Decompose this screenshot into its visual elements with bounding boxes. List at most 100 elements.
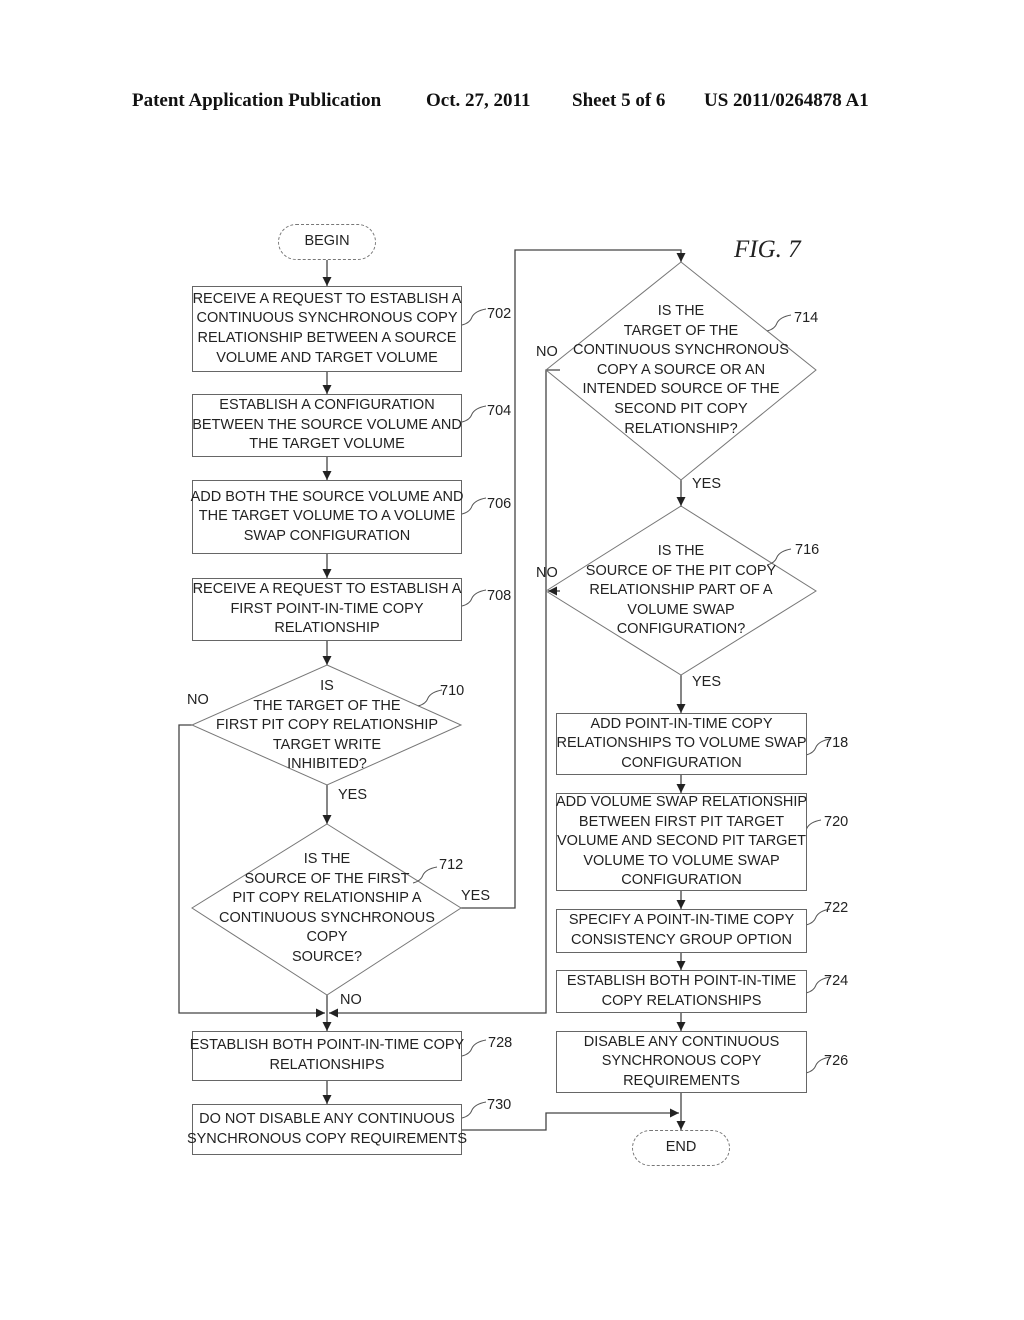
decision-710-line: THE TARGET OF THE — [253, 697, 401, 714]
decision-712-text: IS THE SOURCE OF THE FIRST PIT COPY RELA… — [202, 850, 452, 968]
decision-714-line: COPY A SOURCE OR AN — [596, 361, 766, 378]
step-708-line: FIRST POINT-IN-TIME COPY — [230, 600, 424, 617]
step-722-box: SPECIFY A POINT-IN-TIME COPY CONSISTENCY… — [556, 909, 807, 953]
step-704-line: ESTABLISH A CONFIGURATION — [219, 397, 435, 414]
path-730-end — [461, 1108, 679, 1131]
step-706-line: SWAP CONFIGURATION — [243, 527, 411, 544]
ref-724: 724 — [824, 973, 849, 989]
step-706-line: ADD BOTH THE SOURCE VOLUME AND — [190, 488, 464, 505]
decision-714-line: RELATIONSHIP? — [624, 420, 738, 437]
begin-terminal: BEGIN — [278, 224, 376, 260]
step-704-box: ESTABLISH A CONFIGURATION BETWEEN THE SO… — [192, 394, 462, 457]
ref-708: 708 — [487, 588, 512, 604]
ref-720: 720 — [824, 814, 849, 830]
decision-714-line: TARGET OF THE — [623, 322, 739, 339]
step-702-box: RECEIVE A REQUEST TO ESTABLISH A CONTINU… — [192, 286, 462, 372]
step-702-line: CONTINUOUS SYNCHRONOUS COPY — [196, 310, 458, 327]
decision-710-line: INHIBITED? — [287, 756, 367, 773]
step-726-box: DISABLE ANY CONTINUOUS SYNCHRONOUS COPY … — [556, 1031, 807, 1093]
end-label: END — [665, 1139, 697, 1156]
decision-710-yes-label: YES — [338, 787, 368, 803]
decision-714-text: IS THE TARGET OF THE CONTINUOUS SYNCHRON… — [561, 302, 801, 439]
step-720-line: BETWEEN FIRST PIT TARGET — [578, 813, 785, 830]
step-728-box: ESTABLISH BOTH POINT-IN-TIME COPY RELATI… — [189, 1031, 465, 1081]
leader-704 — [461, 405, 487, 423]
decision-712-line: IS THE — [303, 851, 351, 867]
step-708-line: RELATIONSHIP — [274, 620, 380, 637]
step-726-line: DISABLE ANY CONTINUOUS — [583, 1033, 780, 1050]
decision-716-text: IS THE SOURCE OF THE PIT COPY RELATIONSH… — [561, 542, 801, 640]
step-728-line: ESTABLISH BOTH POINT-IN-TIME COPY — [189, 1037, 465, 1054]
begin-label: BEGIN — [304, 233, 350, 250]
step-704-line: THE TARGET VOLUME — [249, 436, 405, 453]
step-706-box: ADD BOTH THE SOURCE VOLUME AND THE TARGE… — [190, 480, 464, 554]
step-702-line: VOLUME AND TARGET VOLUME — [216, 349, 438, 366]
decision-716-line: VOLUME SWAP — [627, 601, 735, 618]
decision-716-yes-label: YES — [692, 674, 722, 690]
decision-714-line: INTENDED SOURCE OF THE — [582, 381, 780, 398]
flowchart-connectors — [178, 249, 831, 1131]
step-720-line: VOLUME TO VOLUME SWAP — [583, 852, 780, 869]
step-730-box: DO NOT DISABLE ANY CONTINUOUS SYNCHRONOU… — [187, 1104, 467, 1155]
decision-712-line: COPY — [306, 929, 348, 946]
step-704-line: BETWEEN THE SOURCE VOLUME AND — [192, 416, 462, 433]
decision-714-line: IS THE — [657, 303, 705, 319]
decision-714-no-label: NO — [536, 344, 558, 360]
step-718-line: CONFIGURATION — [621, 754, 742, 771]
step-702-line: RELATIONSHIP BETWEEN A SOURCE — [197, 330, 457, 346]
decision-716-line: IS THE — [657, 543, 705, 559]
step-724-line: COPY RELATIONSHIPS — [601, 992, 762, 1009]
step-718-line: ADD POINT-IN-TIME COPY — [590, 715, 773, 732]
decision-712-yes-label: YES — [461, 888, 491, 904]
step-718-box: ADD POINT-IN-TIME COPY RELATIONSHIPS TO … — [556, 713, 807, 775]
ref-704: 704 — [487, 403, 512, 419]
step-728-line: RELATIONSHIPS — [269, 1057, 385, 1073]
step-708-line: RECEIVE A REQUEST TO ESTABLISH A — [192, 581, 462, 598]
ref-730: 730 — [487, 1097, 512, 1113]
decision-710-no-label: NO — [187, 692, 209, 708]
decision-714-yes-label: YES — [692, 476, 722, 492]
decision-710-text: IS THE TARGET OF THE FIRST PIT COPY RELA… — [202, 677, 452, 775]
decision-716-line: RELATIONSHIP PART OF A — [589, 582, 773, 599]
step-722-line: SPECIFY A POINT-IN-TIME COPY — [568, 912, 795, 929]
ref-728: 728 — [488, 1035, 513, 1051]
decision-716-line: CONFIGURATION? — [616, 621, 746, 638]
ref-726: 726 — [824, 1053, 849, 1069]
step-730-line: SYNCHRONOUS COPY REQUIREMENTS — [186, 1130, 468, 1147]
decision-712-no-label: NO — [340, 992, 362, 1008]
ref-722: 722 — [824, 900, 849, 916]
ref-710: 710 — [440, 683, 465, 699]
step-706-line: THE TARGET VOLUME TO A VOLUME — [198, 508, 456, 525]
step-720-line: CONFIGURATION — [621, 872, 742, 889]
decision-716-no-label: NO — [536, 565, 558, 581]
leader-708 — [461, 589, 487, 607]
ref-718: 718 — [824, 735, 849, 751]
decision-716-line: SOURCE OF THE PIT COPY — [585, 562, 777, 579]
ref-716: 716 — [795, 542, 820, 558]
leader-728 — [461, 1039, 487, 1057]
decision-714-line: CONTINUOUS SYNCHRONOUS — [573, 342, 789, 359]
step-718-line: RELATIONSHIPS TO VOLUME SWAP — [556, 735, 807, 752]
step-720-box: ADD VOLUME SWAP RELATIONSHIP BETWEEN FIR… — [556, 793, 807, 891]
step-730-line: DO NOT DISABLE ANY CONTINUOUS — [199, 1110, 455, 1127]
step-724-box: ESTABLISH BOTH POINT-IN-TIME COPY RELATI… — [556, 970, 807, 1013]
step-724-line: ESTABLISH BOTH POINT-IN-TIME — [566, 972, 797, 989]
step-708-box: RECEIVE A REQUEST TO ESTABLISH A FIRST P… — [192, 578, 462, 641]
decision-712-line: CONTINUOUS SYNCHRONOUS — [219, 909, 435, 926]
step-702-line: RECEIVE A REQUEST TO ESTABLISH A — [192, 290, 462, 307]
decision-710-line: FIRST PIT COPY RELATIONSHIP — [215, 717, 439, 734]
decision-714-line: SECOND PIT COPY — [614, 400, 748, 417]
step-720-line: ADD VOLUME SWAP RELATIONSHIP — [555, 794, 808, 811]
leader-702 — [461, 308, 487, 326]
leader-730 — [461, 1101, 487, 1119]
step-726-line: SYNCHRONOUS COPY — [601, 1053, 762, 1070]
ref-706: 706 — [487, 496, 512, 512]
decision-710-line: TARGET WRITE — [272, 736, 382, 753]
step-722-line: CONSISTENCY GROUP OPTION — [570, 932, 793, 948]
decision-710-line: IS — [320, 678, 334, 694]
step-720-line: VOLUME AND SECOND PIT TARGET — [557, 833, 806, 850]
ref-702: 702 — [487, 306, 512, 322]
leader-706 — [461, 497, 487, 515]
step-726-line: REQUIREMENTS — [623, 1072, 740, 1089]
end-terminal: END — [632, 1130, 730, 1166]
